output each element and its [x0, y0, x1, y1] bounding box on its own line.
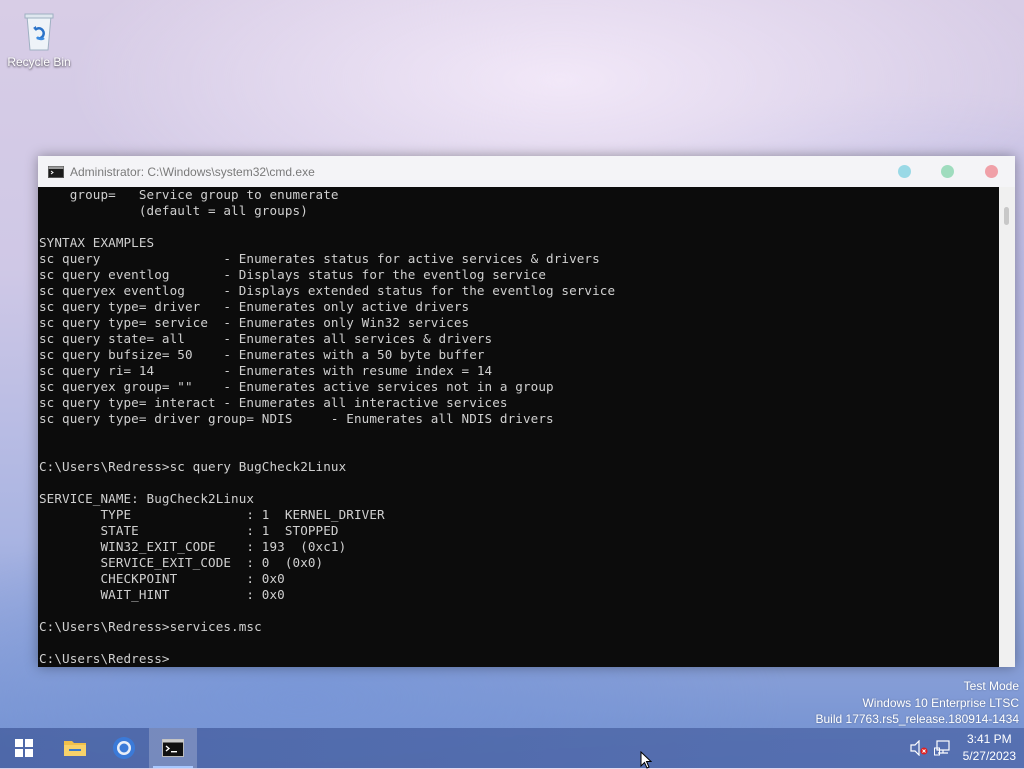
console-line: sc query bufsize= 50 - Enumerates with a…: [39, 347, 485, 362]
window-titlebar[interactable]: Administrator: C:\Windows\system32\cmd.e…: [38, 156, 1015, 187]
console-line: SYNTAX EXAMPLES: [39, 235, 155, 250]
folder-icon: [64, 741, 86, 756]
vertical-scrollbar[interactable]: [999, 187, 1015, 667]
console-line: C:\Users\Redress>sc query BugCheck2Linux: [39, 459, 347, 474]
console-line: WAIT_HINT : 0x0: [39, 587, 285, 602]
cmd-window[interactable]: Administrator: C:\Windows\system32\cmd.e…: [38, 156, 1015, 667]
taskbar: 3:41 PM 5/27/2023: [0, 728, 1024, 768]
window-title: Administrator: C:\Windows\system32\cmd.e…: [70, 164, 315, 179]
console-line: sc queryex group= "" - Enumerates active…: [39, 379, 554, 394]
watermark-build: Build 17763.rs5_release.180914-1434: [815, 712, 1020, 726]
maximize-button[interactable]: [941, 165, 954, 178]
minimize-button[interactable]: [898, 165, 911, 178]
taskbar-file-explorer[interactable]: [51, 728, 99, 768]
windows-logo-icon: [15, 739, 33, 757]
console-line: sc query type= driver group= NDIS - Enum…: [39, 411, 554, 426]
scrollbar-thumb[interactable]: [1004, 207, 1009, 225]
chrome-icon: [113, 737, 135, 759]
desktop-watermark: Test Mode Windows 10 Enterprise LTSC Bui…: [816, 678, 1020, 728]
watermark-edition: Windows 10 Enterprise LTSC: [862, 695, 1019, 710]
console-line: sc query type= driver - Enumerates only …: [39, 299, 470, 314]
console-text: group= Service group to enumerate (defau…: [39, 187, 999, 667]
console-line: SERVICE_NAME: BugCheck2Linux: [39, 491, 255, 506]
watermark-test-mode: Test Mode: [963, 679, 1019, 693]
taskbar-clock[interactable]: 3:41 PM 5/27/2023: [963, 731, 1016, 765]
console-line: STATE : 1 STOPPED: [39, 523, 339, 538]
cmd-icon: [162, 739, 184, 757]
clock-date: 5/27/2023: [962, 749, 1016, 763]
console-line: SERVICE_EXIT_CODE : 0 (0x0): [39, 555, 324, 570]
console-line: sc query state= all - Enumerates all ser…: [39, 331, 493, 346]
console-output[interactable]: group= Service group to enumerate (defau…: [39, 187, 999, 667]
mouse-cursor-icon: [640, 751, 652, 769]
taskbar-chrome[interactable]: [100, 728, 148, 768]
console-line: group= Service group to enumerate: [39, 187, 339, 202]
console-line: C:\Users\Redress>: [39, 651, 170, 666]
console-line: WIN32_EXIT_CODE : 193 (0xc1): [39, 539, 347, 554]
close-button[interactable]: [985, 165, 998, 178]
console-line: CHECKPOINT : 0x0: [39, 571, 285, 586]
console-line: sc queryex eventlog - Displays extended …: [39, 283, 616, 298]
console-line: C:\Users\Redress>services.msc: [39, 619, 262, 634]
volume-muted-icon[interactable]: [910, 740, 928, 756]
clock-time: 3:41 PM: [966, 732, 1012, 746]
console-line: sc query eventlog - Displays status for …: [39, 267, 547, 282]
recycle-bin-icon: [20, 8, 58, 52]
console-line: sc query type= interact - Enumerates all…: [39, 395, 508, 410]
network-icon[interactable]: [934, 740, 952, 756]
console-line: (default = all groups): [39, 203, 308, 218]
console-line: sc query type= service - Enumerates only…: [39, 315, 470, 330]
console-line: sc query - Enumerates status for active …: [39, 251, 600, 266]
console-line: sc query ri= 14 - Enumerates with resume…: [39, 363, 493, 378]
start-button[interactable]: [0, 728, 48, 768]
recycle-bin-shortcut[interactable]: Recycle Bin: [4, 8, 74, 69]
recycle-bin-label: Recycle Bin: [7, 55, 71, 69]
taskbar-cmd[interactable]: [149, 728, 197, 768]
cmd-icon: [48, 165, 64, 178]
console-line: TYPE : 1 KERNEL_DRIVER: [39, 507, 385, 522]
